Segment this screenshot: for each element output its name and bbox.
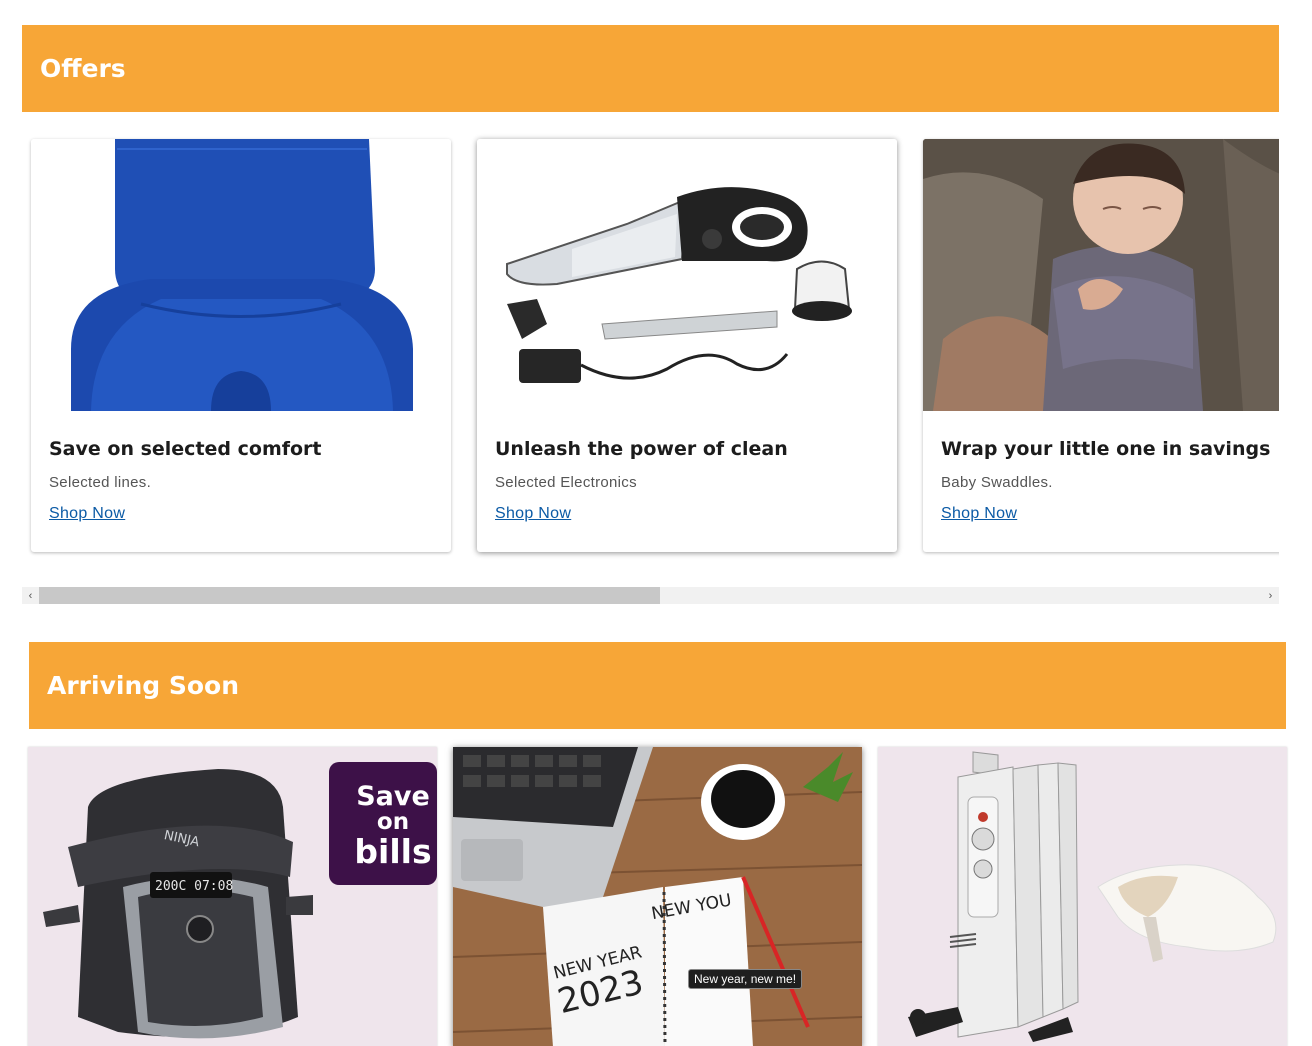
- oil-heater-image: [878, 747, 1287, 1046]
- offer-card-subtitle: Baby Swaddles.: [941, 474, 1053, 491]
- offers-heading: Offers: [22, 25, 1279, 112]
- offer-card-baby[interactable]: Wrap your little one in savings Baby Swa…: [923, 139, 1279, 552]
- offer-card-comfort[interactable]: Save on selected comfort Selected lines.…: [31, 139, 451, 552]
- pressure-cooker-image: 200C 07:08 NINJA Save on bills: [28, 747, 437, 1046]
- shop-now-link[interactable]: Shop Now: [941, 505, 1017, 523]
- offer-card-title: Unleash the power of clean: [495, 438, 788, 460]
- new-year-notebook-image: NEW YEAR 2023 NEW YOU: [453, 747, 862, 1046]
- scroll-right-icon[interactable]: ›: [1262, 587, 1279, 604]
- arriving-tile-pressure-cooker[interactable]: 200C 07:08 NINJA Save on bills: [28, 747, 437, 1046]
- arriving-soon-heading: Arriving Soon: [29, 642, 1286, 729]
- offer-card-title: Wrap your little one in savings: [941, 438, 1271, 460]
- shop-now-link[interactable]: Shop Now: [495, 505, 571, 523]
- arriving-soon-heading-text: Arriving Soon: [47, 671, 239, 700]
- arriving-tile-new-year[interactable]: NEW YEAR 2023 NEW YOU New year, new me!: [453, 747, 862, 1046]
- badge-line-bills: bills: [354, 832, 431, 871]
- image-tooltip: New year, new me!: [688, 969, 803, 989]
- offers-scrollbar[interactable]: ‹ ›: [22, 587, 1279, 604]
- offer-card-subtitle: Selected Electronics: [495, 474, 637, 491]
- arriving-tile-heater[interactable]: [878, 747, 1287, 1046]
- handheld-vacuum-image: [477, 139, 897, 411]
- offers-heading-text: Offers: [40, 54, 126, 83]
- offer-card-electronics[interactable]: Unleash the power of clean Selected Elec…: [477, 139, 897, 552]
- cooker-display-text: 200C 07:08: [155, 879, 233, 894]
- offer-card-subtitle: Selected lines.: [49, 474, 152, 491]
- scrollbar-thumb[interactable]: [39, 587, 660, 604]
- offers-carousel[interactable]: Save on selected comfort Selected lines.…: [22, 128, 1279, 568]
- swaddled-baby-image: [923, 139, 1279, 411]
- shop-now-link[interactable]: Shop Now: [49, 505, 125, 523]
- seat-cushion-image: [31, 139, 451, 411]
- scroll-left-icon[interactable]: ‹: [22, 587, 39, 604]
- badge-line-save: Save: [356, 781, 430, 812]
- offer-card-title: Save on selected comfort: [49, 438, 322, 460]
